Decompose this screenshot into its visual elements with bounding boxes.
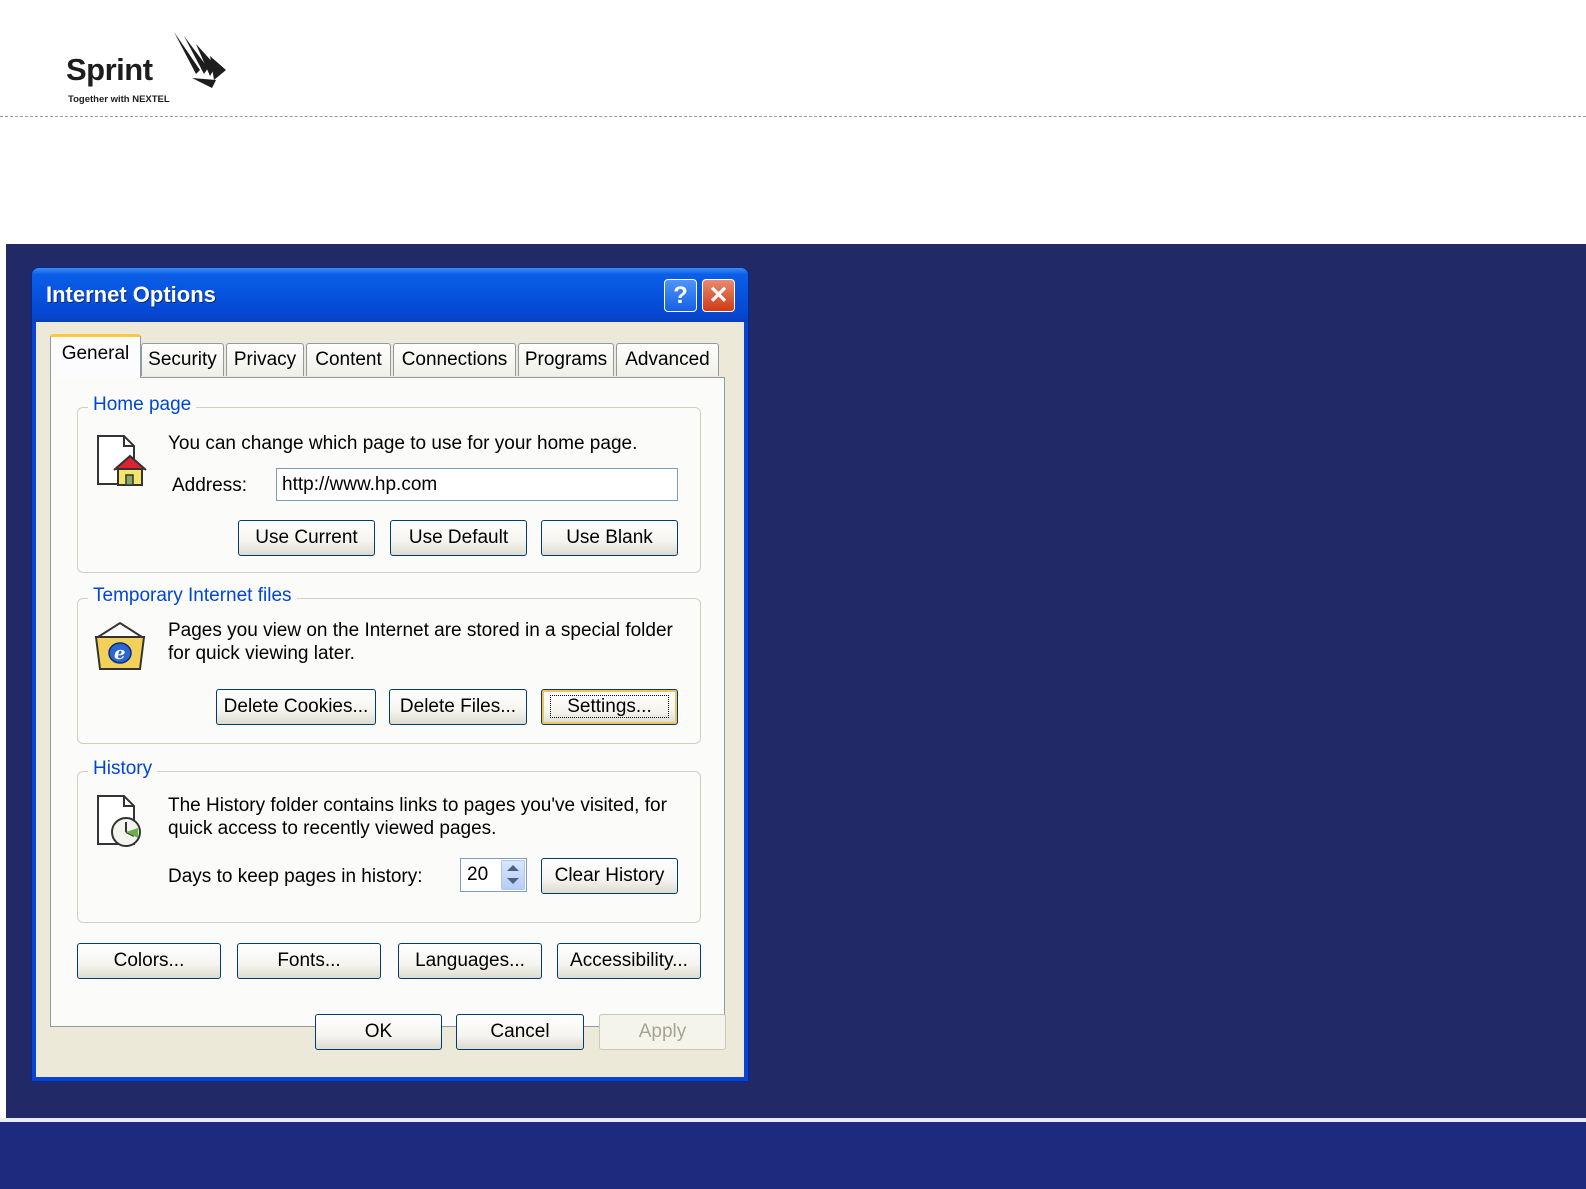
temp-files-description-line1: Pages you view on the Internet are store… bbox=[168, 620, 673, 641]
temp-files-label: Temporary Internet files bbox=[88, 585, 297, 607]
days-to-keep-stepper[interactable]: 20 bbox=[460, 858, 527, 892]
stepper-down-icon[interactable] bbox=[507, 878, 519, 884]
general-tab-page: Home page You can change which page to u… bbox=[50, 377, 725, 1027]
accessibility-button[interactable]: Accessibility... bbox=[557, 943, 701, 979]
tab-connections[interactable]: Connections bbox=[393, 343, 516, 376]
svg-text:e: e bbox=[114, 643, 125, 664]
use-blank-button[interactable]: Use Blank bbox=[541, 520, 678, 556]
help-button[interactable]: ? bbox=[664, 279, 697, 312]
temp-files-description-line2: for quick viewing later. bbox=[168, 643, 355, 664]
tab-general[interactable]: General bbox=[50, 334, 141, 378]
stepper-up-icon[interactable] bbox=[507, 865, 519, 871]
logo-word: Sprint bbox=[66, 52, 153, 87]
stepper-arrows[interactable] bbox=[501, 860, 525, 890]
home-page-label: Home page bbox=[88, 394, 197, 416]
address-label: Address: bbox=[172, 475, 247, 496]
history-label: History bbox=[88, 758, 158, 780]
delete-cookies-button[interactable]: Delete Cookies... bbox=[216, 689, 376, 725]
logo-tagline: Together with NEXTEL bbox=[68, 94, 170, 105]
history-description-line2: quick access to recently viewed pages. bbox=[168, 818, 497, 839]
delete-files-button[interactable]: Delete Files... bbox=[389, 689, 527, 725]
fonts-button[interactable]: Fonts... bbox=[237, 943, 381, 979]
footer-band bbox=[0, 1122, 1586, 1189]
settings-button-label: Settings... bbox=[550, 695, 669, 718]
home-page-icon bbox=[97, 435, 147, 486]
ok-button[interactable]: OK bbox=[315, 1014, 442, 1050]
colors-button[interactable]: Colors... bbox=[77, 943, 221, 979]
settings-button[interactable]: Settings... bbox=[541, 689, 678, 725]
close-icon: ✕ bbox=[708, 282, 729, 309]
address-input[interactable] bbox=[276, 468, 678, 501]
home-page-description: You can change which page to use for you… bbox=[168, 433, 638, 454]
tab-advanced[interactable]: Advanced bbox=[616, 343, 719, 376]
tab-programs[interactable]: Programs bbox=[518, 343, 614, 376]
cancel-button[interactable]: Cancel bbox=[456, 1014, 584, 1050]
tab-privacy[interactable]: Privacy bbox=[226, 343, 304, 376]
close-button[interactable]: ✕ bbox=[702, 279, 735, 312]
apply-button[interactable]: Apply bbox=[599, 1014, 726, 1050]
history-description-line1: The History folder contains links to pag… bbox=[168, 795, 667, 816]
languages-button[interactable]: Languages... bbox=[398, 943, 542, 979]
dialog-client: General Security Privacy Content Connect… bbox=[36, 322, 744, 1077]
ie-folder-icon: e bbox=[94, 621, 146, 670]
temp-files-group: Temporary Internet files e Pages you vie… bbox=[77, 585, 701, 744]
internet-options-dialog: Internet Options ? ✕ General Security Pr… bbox=[32, 268, 748, 1081]
clear-history-button[interactable]: Clear History bbox=[541, 858, 678, 894]
days-to-keep-label: Days to keep pages in history: bbox=[168, 866, 423, 887]
sprint-wing-icon bbox=[174, 32, 226, 88]
history-clock-icon bbox=[97, 795, 141, 847]
history-group: History The History folder contains link… bbox=[77, 758, 701, 923]
tab-content[interactable]: Content bbox=[306, 343, 391, 376]
use-current-button[interactable]: Use Current bbox=[238, 520, 375, 556]
sprint-logo: Sprint Together with NEXTEL bbox=[66, 30, 236, 110]
header-divider bbox=[0, 116, 1586, 117]
dialog-titlebar[interactable]: Internet Options ? ✕ bbox=[32, 268, 748, 322]
help-icon: ? bbox=[673, 282, 688, 309]
dialog-title: Internet Options bbox=[46, 282, 216, 307]
days-to-keep-value: 20 bbox=[467, 864, 489, 885]
use-default-button[interactable]: Use Default bbox=[390, 520, 527, 556]
tab-security[interactable]: Security bbox=[141, 343, 224, 376]
home-page-group: Home page You can change which page to u… bbox=[77, 394, 701, 573]
